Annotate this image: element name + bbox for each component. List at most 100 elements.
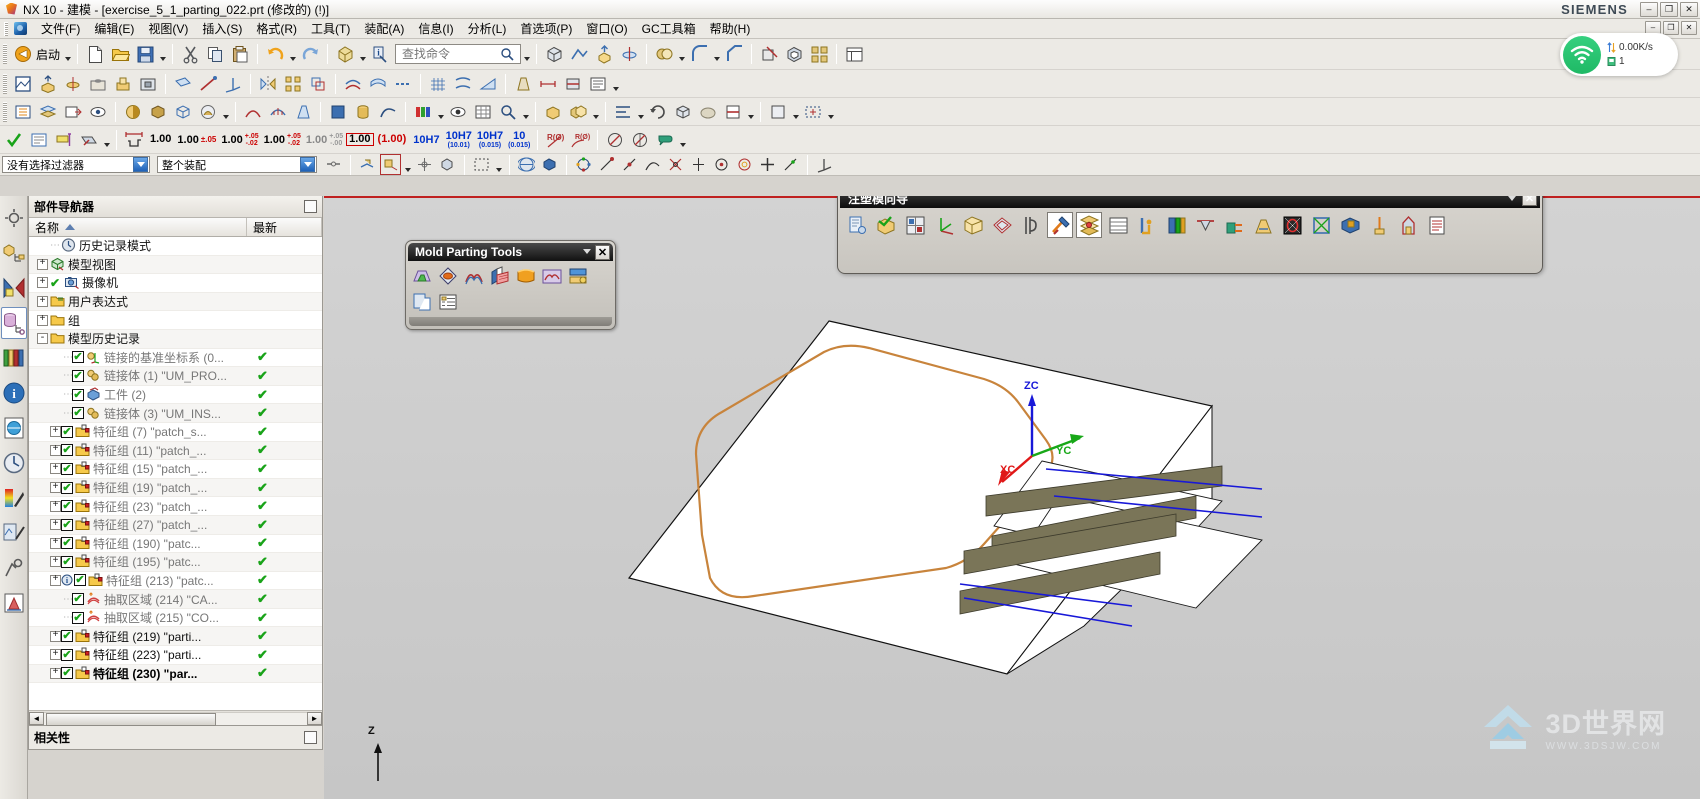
color-chevron-down-icon[interactable] <box>436 101 445 123</box>
tolerance-pm-1[interactable]: 1.00 ±.05 <box>175 134 218 146</box>
feature-suppress-checkbox[interactable] <box>72 611 84 624</box>
shaded-icon[interactable] <box>146 100 170 124</box>
tree-row[interactable]: + 组 <box>29 311 322 330</box>
snap-point-on-curve-icon[interactable] <box>780 154 801 175</box>
menu-item-tools[interactable]: 工具(T) <box>304 18 357 39</box>
dim-style-icon[interactable] <box>52 128 76 152</box>
toolbar-resize-handle[interactable] <box>409 317 612 326</box>
hole-icon[interactable] <box>86 72 110 96</box>
tree-row[interactable]: ⋯ 链接体 (1) "UM_PRO... ✔ <box>29 367 322 386</box>
hd3d-tools-button[interactable]: i <box>1 377 27 409</box>
resource-settings-icon[interactable] <box>1 202 27 234</box>
expand-toggle[interactable]: + <box>37 296 48 308</box>
dimension-linear-icon[interactable] <box>122 128 146 152</box>
select-feature-icon[interactable] <box>380 154 401 175</box>
set-wcs-icon[interactable] <box>931 212 957 238</box>
offset-surface-icon[interactable] <box>341 72 365 96</box>
expand-toggle[interactable]: + <box>50 649 61 661</box>
leader-callout-icon[interactable] <box>653 128 677 152</box>
scroll-right-button[interactable]: ► <box>307 711 322 725</box>
maximize-button[interactable]: ❐ <box>1660 2 1678 17</box>
menu-item-format[interactable]: 格式(R) <box>249 18 304 39</box>
datum-axis-icon[interactable] <box>196 72 220 96</box>
mold-parting-tools-toolbar[interactable]: Mold Parting Tools ✕ <box>405 240 616 330</box>
tolerance-value-boxed[interactable]: 1.00 <box>346 133 374 146</box>
render-chevron-down-icon[interactable] <box>221 101 230 123</box>
feature-suppress-checkbox[interactable] <box>61 537 73 550</box>
surface-patch-icon[interactable] <box>514 264 538 288</box>
assembly-navigator-button[interactable] <box>1 237 27 269</box>
layer-category-icon[interactable] <box>36 100 60 124</box>
design-parting-surface-icon[interactable] <box>488 264 512 288</box>
feature-suppress-checkbox[interactable] <box>61 518 73 531</box>
tolerance-frac-3[interactable]: 1.00 +.05 -.00 <box>304 133 345 147</box>
parting-navigator-icon[interactable] <box>436 290 460 314</box>
wcs-dynamics-icon[interactable] <box>814 154 835 175</box>
section-view-icon[interactable] <box>721 100 745 124</box>
expand-toggle[interactable]: + <box>50 667 61 679</box>
feature-suppress-checkbox[interactable] <box>72 369 84 382</box>
fit-chevron-down-icon[interactable] <box>826 101 835 123</box>
mold-wizard-toolbar[interactable]: 注塑模向导 ✕ <box>837 196 1543 274</box>
mold-chevron-down-icon[interactable] <box>591 101 600 123</box>
menu-item-assembly[interactable]: 装配(A) <box>357 18 411 39</box>
move-object-icon[interactable] <box>333 42 357 66</box>
tree-row[interactable]: + 特征组 (11) "patch_... ✔ <box>29 441 322 461</box>
fit-tolerance-1[interactable]: 10H7 <box>410 134 442 146</box>
show-hide-icon[interactable] <box>446 100 470 124</box>
cut-icon[interactable] <box>178 42 202 66</box>
toolbar-grip[interactable] <box>3 101 7 122</box>
tree-row[interactable]: + 特征组 (27) "patch_... ✔ <box>29 515 322 535</box>
check-mark-icon[interactable] <box>2 128 26 152</box>
menu-item-gc-toolbox[interactable]: GC工具箱 <box>635 18 703 39</box>
cavity-layout-icon[interactable] <box>989 212 1015 238</box>
tree-row[interactable]: + 特征组 (19) "patch_... ✔ <box>29 478 322 498</box>
rendering-style-icon[interactable] <box>121 100 145 124</box>
shaded-body-icon[interactable] <box>539 154 560 175</box>
expand-toggle[interactable]: + <box>37 314 48 326</box>
shell-icon[interactable] <box>782 42 806 66</box>
feature-suppress-checkbox[interactable] <box>61 555 73 568</box>
toolbar-grip[interactable] <box>3 73 7 94</box>
globe-icon[interactable] <box>516 154 537 175</box>
section-icon[interactable] <box>561 72 585 96</box>
system-visual-button[interactable] <box>1 552 27 584</box>
redo-icon[interactable] <box>298 42 322 66</box>
tree-row[interactable]: ⋯ 链接体 (3) "UM_INS... ✔ <box>29 404 322 423</box>
start-menu-icon[interactable] <box>11 42 35 66</box>
rotate-view-icon[interactable] <box>646 100 670 124</box>
part-navigator-hscrollbar[interactable]: ◄ ► <box>29 710 322 726</box>
select-face-icon[interactable] <box>357 154 378 175</box>
measure-icon[interactable] <box>536 72 560 96</box>
tree-row[interactable]: ⋯ 链接的基准坐标系 (0... ✔ <box>29 349 322 368</box>
sub-insert-library-icon[interactable] <box>1163 212 1189 238</box>
tree-row[interactable]: ⋯ 抽取区域 (214) "CA... ✔ <box>29 590 322 609</box>
tree-row[interactable]: - 模型历史记录 <box>29 329 322 349</box>
tree-row[interactable]: + 特征组 (23) "patch_... ✔ <box>29 497 322 516</box>
exchange-model-icon[interactable] <box>410 290 434 314</box>
standard-part-library-icon[interactable] <box>1105 212 1131 238</box>
sketch-icon[interactable] <box>567 42 591 66</box>
paste-icon[interactable] <box>228 42 252 66</box>
curvature-icon[interactable] <box>266 100 290 124</box>
boss-icon[interactable] <box>111 72 135 96</box>
expand-toggle[interactable]: + <box>50 556 61 568</box>
chamfer-icon[interactable] <box>722 42 746 66</box>
blend-chevron-down-icon[interactable] <box>712 43 721 65</box>
reuse-library-button[interactable] <box>1 342 27 374</box>
blue-box-icon[interactable] <box>326 100 350 124</box>
feature-suppress-checkbox[interactable] <box>72 407 84 420</box>
sort-ascending-icon[interactable] <box>65 224 76 230</box>
menu-item-help[interactable]: 帮助(H) <box>703 18 758 39</box>
analysis-face-icon[interactable] <box>241 100 265 124</box>
snap-midpoint-icon[interactable] <box>619 154 640 175</box>
menu-item-edit[interactable]: 编辑(E) <box>87 18 141 39</box>
feature-suppress-checkbox[interactable] <box>61 667 73 680</box>
studio-render-icon[interactable] <box>196 100 220 124</box>
menu-item-preferences[interactable]: 首选项(P) <box>513 18 579 39</box>
feature-suppress-checkbox[interactable] <box>61 425 73 438</box>
snap-grid-icon[interactable] <box>757 154 778 175</box>
clay-model-icon[interactable] <box>696 100 720 124</box>
revolve-feature-icon[interactable] <box>61 72 85 96</box>
scroll-thumb[interactable] <box>46 712 216 726</box>
